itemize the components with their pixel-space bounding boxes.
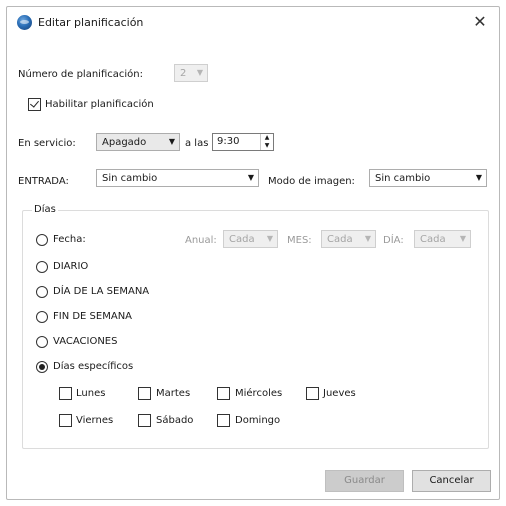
friday-label: Viernes — [76, 415, 114, 426]
schedule-number-select[interactable]: 2 ▼ — [174, 64, 208, 82]
close-button[interactable]: ✕ — [469, 11, 491, 33]
chevron-down-icon: ▼ — [247, 173, 254, 182]
globe-icon — [17, 15, 32, 30]
checkbox-sunday[interactable] — [217, 414, 230, 427]
cancel-button[interactable]: Cancelar — [412, 470, 491, 492]
radio-date[interactable] — [36, 234, 48, 246]
radio-holidays[interactable] — [36, 336, 48, 348]
month-value: Cada — [327, 233, 353, 245]
radio-weekday[interactable] — [36, 286, 48, 298]
radio-daily[interactable] — [36, 261, 48, 273]
day-select[interactable]: Cada ▼ — [414, 230, 471, 248]
close-icon: ✕ — [473, 12, 487, 31]
chevron-down-icon: ▼ — [459, 234, 466, 243]
service-label: En servicio: — [18, 138, 76, 149]
chevron-down-icon: ▼ — [364, 234, 371, 243]
sunday-label: Domingo — [235, 415, 281, 426]
monday-label: Lunes — [76, 388, 106, 399]
annual-value: Cada — [229, 233, 255, 245]
day-value: Cada — [420, 233, 446, 245]
weekend-label: FIN DE SEMANA — [53, 311, 133, 322]
saturday-label: Sábado — [156, 415, 194, 426]
holidays-label: VACACIONES — [53, 336, 118, 347]
image-mode-label: Modo de imagen: — [268, 176, 355, 187]
enable-schedule-checkbox[interactable] — [28, 98, 41, 111]
schedule-number-value: 2 — [180, 67, 187, 79]
image-mode-select[interactable]: Sin cambio ▼ — [369, 169, 487, 187]
enable-schedule-label: Habilitar planificación — [45, 99, 154, 110]
day-label: DÍA: — [383, 235, 404, 246]
radio-specific-days[interactable] — [36, 361, 48, 373]
title-bar: Editar planificación ✕ — [7, 7, 499, 37]
date-option-label: Fecha: — [53, 234, 86, 245]
input-value: Sin cambio — [102, 172, 158, 184]
tuesday-label: Martes — [156, 388, 191, 399]
service-select[interactable]: Apagado ▼ — [96, 133, 180, 151]
checkbox-tuesday[interactable] — [138, 387, 151, 400]
save-button[interactable]: Guardar — [325, 470, 404, 492]
chevron-down-icon: ▼ — [475, 173, 482, 182]
specific-days-label: Días específicos — [53, 361, 134, 372]
time-value: 9:30 — [217, 136, 240, 147]
checkbox-monday[interactable] — [59, 387, 72, 400]
edit-schedule-dialog: Editar planificación ✕ Número de planifi… — [6, 6, 500, 500]
daily-label: DIARIO — [53, 261, 89, 272]
input-label: ENTRADA: — [18, 176, 69, 187]
chevron-down-icon: ▼ — [266, 234, 273, 243]
annual-select[interactable]: Cada ▼ — [223, 230, 278, 248]
month-select[interactable]: Cada ▼ — [321, 230, 376, 248]
annual-label: Anual: — [185, 235, 217, 246]
dialog-title: Editar planificación — [38, 16, 144, 29]
input-select[interactable]: Sin cambio ▼ — [96, 169, 259, 187]
service-value: Apagado — [102, 136, 147, 148]
chevron-down-icon: ▼ — [196, 68, 203, 77]
spinner-arrows-icon[interactable]: ▲ ▼ — [260, 134, 273, 150]
image-mode-value: Sin cambio — [375, 172, 431, 184]
checkbox-friday[interactable] — [59, 414, 72, 427]
checkbox-saturday[interactable] — [138, 414, 151, 427]
wednesday-label: Miércoles — [235, 388, 283, 399]
month-label: MES: — [287, 235, 312, 246]
radio-weekend[interactable] — [36, 311, 48, 323]
time-spinner[interactable]: 9:30 ▲ ▼ — [212, 133, 274, 151]
schedule-number-label: Número de planificación: — [18, 69, 143, 80]
checkbox-thursday[interactable] — [306, 387, 319, 400]
checkbox-wednesday[interactable] — [217, 387, 230, 400]
chevron-down-icon: ▼ — [168, 137, 175, 146]
days-group-title: Días — [32, 204, 58, 215]
thursday-label: Jueves — [323, 388, 356, 399]
weekday-label: DÍA DE LA SEMANA — [53, 286, 150, 297]
at-label: a las — [185, 138, 209, 149]
